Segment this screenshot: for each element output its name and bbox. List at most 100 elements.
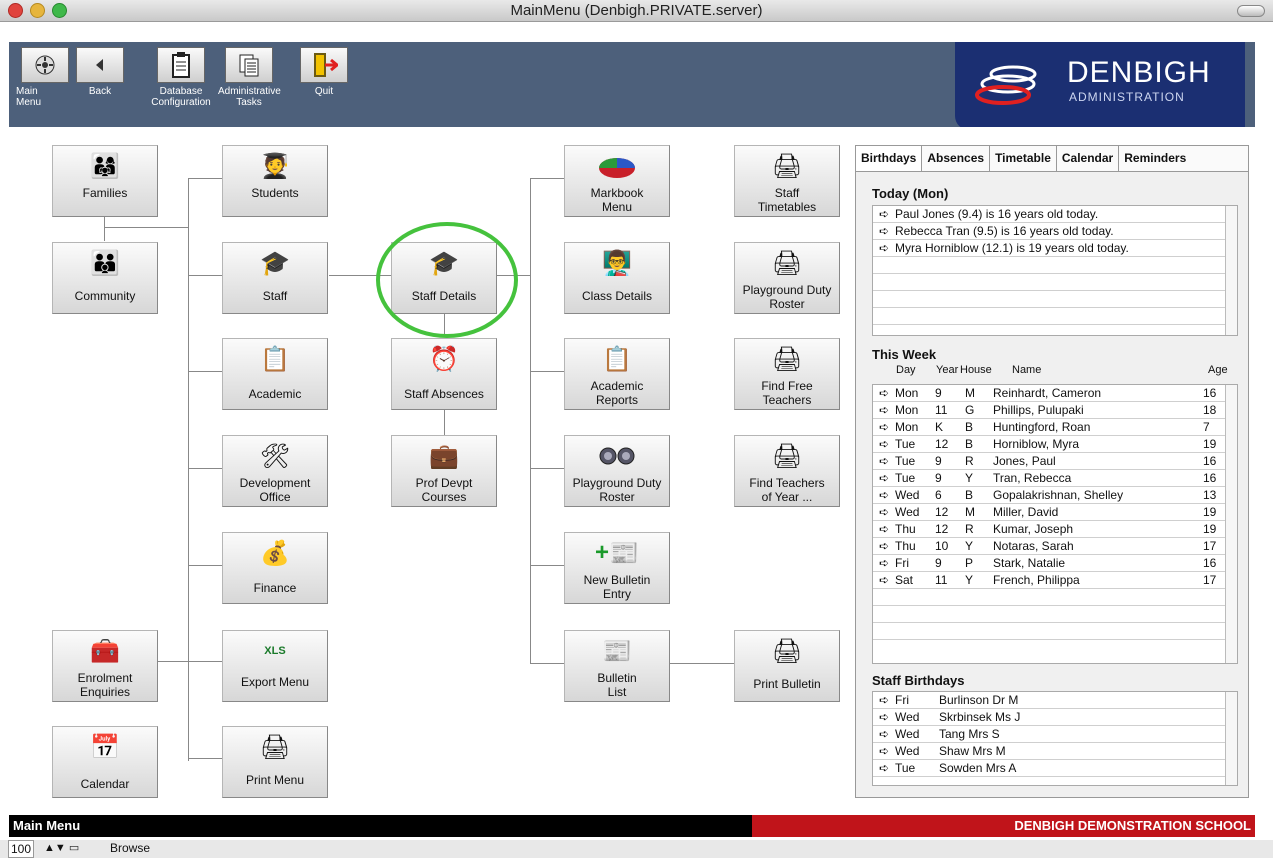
list-item[interactable]: ➪ Wed Skrbinsek Ms J — [873, 709, 1237, 726]
arrow-icon: ➪ — [879, 556, 890, 570]
list-item[interactable]: ➪ Tue Sowden Mrs A — [873, 760, 1237, 777]
markbook-menu-button[interactable]: Markbook Menu — [564, 145, 670, 217]
minimize-window-button[interactable] — [30, 3, 45, 18]
list-item[interactable]: ➪ Fri Burlinson Dr M — [873, 692, 1237, 709]
today-title: Today (Mon) — [872, 186, 949, 201]
new-bulletin-entry-button[interactable]: + 📰 New Bulletin Entry — [564, 532, 670, 604]
arrow-icon: ➪ — [879, 224, 890, 238]
list-item[interactable]: ➪ Wed Shaw Mrs M — [873, 743, 1237, 760]
list-item[interactable]: ➪ Rebecca Tran (9.5) is 16 years old toda… — [873, 223, 1237, 240]
tab-timetable[interactable]: Timetable — [990, 146, 1057, 171]
scrollbar[interactable] — [1225, 385, 1237, 663]
class-details-button[interactable]: 👨‍🏫 Class Details — [564, 242, 670, 314]
week-name: Phillips, Pulupaki — [993, 403, 1084, 417]
week-age: 16 — [1203, 454, 1217, 468]
database-configuration-button[interactable]: Database Configuration — [150, 47, 212, 108]
week-day: Sat — [895, 573, 914, 587]
print-bulletin-button[interactable]: 🖨 Print Bulletin — [734, 630, 840, 702]
table-row[interactable]: ➪ Mon K B Huntingford, Roan 7 — [873, 419, 1237, 436]
tab-birthdays[interactable]: Birthdays — [856, 146, 923, 171]
calendar-button[interactable]: 📅 Calendar — [52, 726, 158, 798]
class-details-label: Class Details — [581, 289, 653, 303]
academic-reports-button[interactable]: 📋 Academic Reports — [564, 338, 670, 410]
toolbar: Main Menu Back Database Configuration Ad… — [9, 42, 1255, 130]
bulletin-list-button[interactable]: 📰 Bulletin List — [564, 630, 670, 702]
table-row[interactable]: ➪ Tue 9 Y Tran, Rebecca 16 — [873, 470, 1237, 487]
print-menu-button[interactable]: 🖨 Print Menu — [222, 726, 328, 798]
community-button[interactable]: 👪 Community — [52, 242, 158, 314]
playground-duty-roster-button[interactable]: Playground Duty Roster — [564, 435, 670, 507]
scrollbar[interactable] — [1225, 206, 1237, 335]
prof-devpt-courses-button[interactable]: 💼 Prof Devpt Courses — [391, 435, 497, 507]
table-row[interactable]: ➪ Fri 9 P Stark, Natalie 16 — [873, 555, 1237, 572]
table-row[interactable]: ➪ Sat 11 Y French, Philippa 17 — [873, 572, 1237, 589]
back-button[interactable]: Back — [69, 47, 131, 97]
zoom-window-button[interactable] — [52, 3, 67, 18]
main-menu-button[interactable]: Main Menu — [14, 47, 76, 108]
finance-button[interactable]: 💰 Finance — [222, 532, 328, 604]
tab-absences[interactable]: Absences — [922, 146, 991, 171]
finance-label: Finance — [253, 581, 297, 595]
print-playground-duty-roster-button[interactable]: 🖨 Playground Duty Roster — [734, 242, 840, 314]
staff-button[interactable]: 🎓 Staff — [222, 242, 328, 314]
students-button[interactable]: 🧑‍🎓 Students — [222, 145, 328, 217]
today-list[interactable]: ➪ Paul Jones (9.4) is 16 years old today.… — [872, 205, 1238, 336]
families-button[interactable]: 👨‍👩‍👧 Families — [52, 145, 158, 217]
this-week-list[interactable]: ➪ Mon 9 M Reinhardt, Cameron 16 ➪ Mon 11 G Phillip… — [872, 384, 1238, 664]
table-row[interactable]: ➪ Tue 12 B Horniblow, Myra 19 — [873, 436, 1237, 453]
list-item — [873, 291, 1237, 308]
connector-line — [188, 178, 223, 179]
tab-calendar[interactable]: Calendar — [1057, 146, 1120, 171]
staff-absences-button[interactable]: ⏰ Staff Absences — [391, 338, 497, 410]
application-window: MainMenu (Denbigh.PRIVATE.server) Main M… — [0, 0, 1273, 858]
academic-button[interactable]: 📋 Academic — [222, 338, 328, 410]
table-row[interactable]: ➪ Mon 11 G Phillips, Pulupaki 18 — [873, 402, 1237, 419]
week-age: 13 — [1203, 488, 1217, 502]
list-item — [873, 257, 1237, 274]
close-window-button[interactable] — [8, 3, 23, 18]
list-item[interactable]: ➪ Paul Jones (9.4) is 16 years old today. — [873, 206, 1237, 223]
week-age: 17 — [1203, 539, 1217, 553]
week-day: Wed — [895, 488, 920, 502]
table-row[interactable]: ➪ Thu 10 Y Notaras, Sarah 17 — [873, 538, 1237, 555]
connector-line — [188, 758, 223, 759]
week-house: M — [965, 505, 975, 519]
staff-timetables-button[interactable]: 🖨 Staff Timetables — [734, 145, 840, 217]
table-row[interactable]: ➪ Mon 9 M Reinhardt, Cameron 16 — [873, 385, 1237, 402]
quit-button[interactable]: Quit — [293, 47, 355, 97]
table-row[interactable]: ➪ Thu 12 R Kumar, Joseph 19 — [873, 521, 1237, 538]
title-bar: MainMenu (Denbigh.PRIVATE.server) — [0, 0, 1273, 22]
staff-birthdays-list[interactable]: ➪ Fri Burlinson Dr M ➪ Wed Skrbinsek Ms J ➪ Wed… — [872, 691, 1238, 786]
administrative-tasks-button[interactable]: Administrative Tasks — [218, 47, 281, 108]
table-row[interactable]: ➪ Wed 6 B Gopalakrishnan, Shelley 13 — [873, 487, 1237, 504]
find-teachers-of-year-button[interactable]: 🖨 Find Teachers of Year ... — [734, 435, 840, 507]
mode-label[interactable]: Browse — [110, 840, 150, 856]
export-menu-button[interactable]: XLS Export Menu — [222, 630, 328, 702]
week-year: 9 — [935, 386, 942, 400]
week-house: P — [965, 556, 974, 570]
tab-reminders[interactable]: Reminders — [1119, 146, 1191, 171]
scrollbar[interactable] — [1225, 692, 1237, 785]
database-configuration-label: Database Configuration — [151, 86, 211, 108]
status-layout-name: Main Menu — [13, 818, 81, 833]
list-item[interactable]: ➪ Myra Horniblow (12.1) is 19 years old t… — [873, 240, 1237, 257]
list-item — [873, 308, 1237, 325]
toolbar-toggle-button[interactable] — [1237, 5, 1265, 17]
tools-icon: 🛠 — [259, 442, 291, 470]
zoom-level[interactable]: 100 — [8, 840, 35, 858]
header-age: Age — [1208, 364, 1228, 376]
enrolment-enquiries-button[interactable]: 🧰 Enrolment Enquiries — [52, 630, 158, 702]
connector-line — [104, 227, 188, 228]
find-free-teachers-button[interactable]: 🖨 Find Free Teachers — [734, 338, 840, 410]
table-row — [873, 623, 1237, 640]
table-row[interactable]: ➪ Wed 12 M Miller, David 19 — [873, 504, 1237, 521]
list-item[interactable]: ➪ Wed Tang Mrs S — [873, 726, 1237, 743]
week-age: 19 — [1203, 505, 1217, 519]
table-row[interactable]: ➪ Tue 9 R Jones, Paul 16 — [873, 453, 1237, 470]
development-office-button[interactable]: 🛠 Development Office — [222, 435, 328, 507]
zoom-controls-icon[interactable]: ▲▼ ▭ — [44, 840, 79, 856]
week-day: Thu — [895, 539, 916, 553]
exit-door-icon — [300, 47, 348, 83]
staff-birthday-day: Wed — [895, 744, 920, 758]
table-row — [873, 589, 1237, 606]
